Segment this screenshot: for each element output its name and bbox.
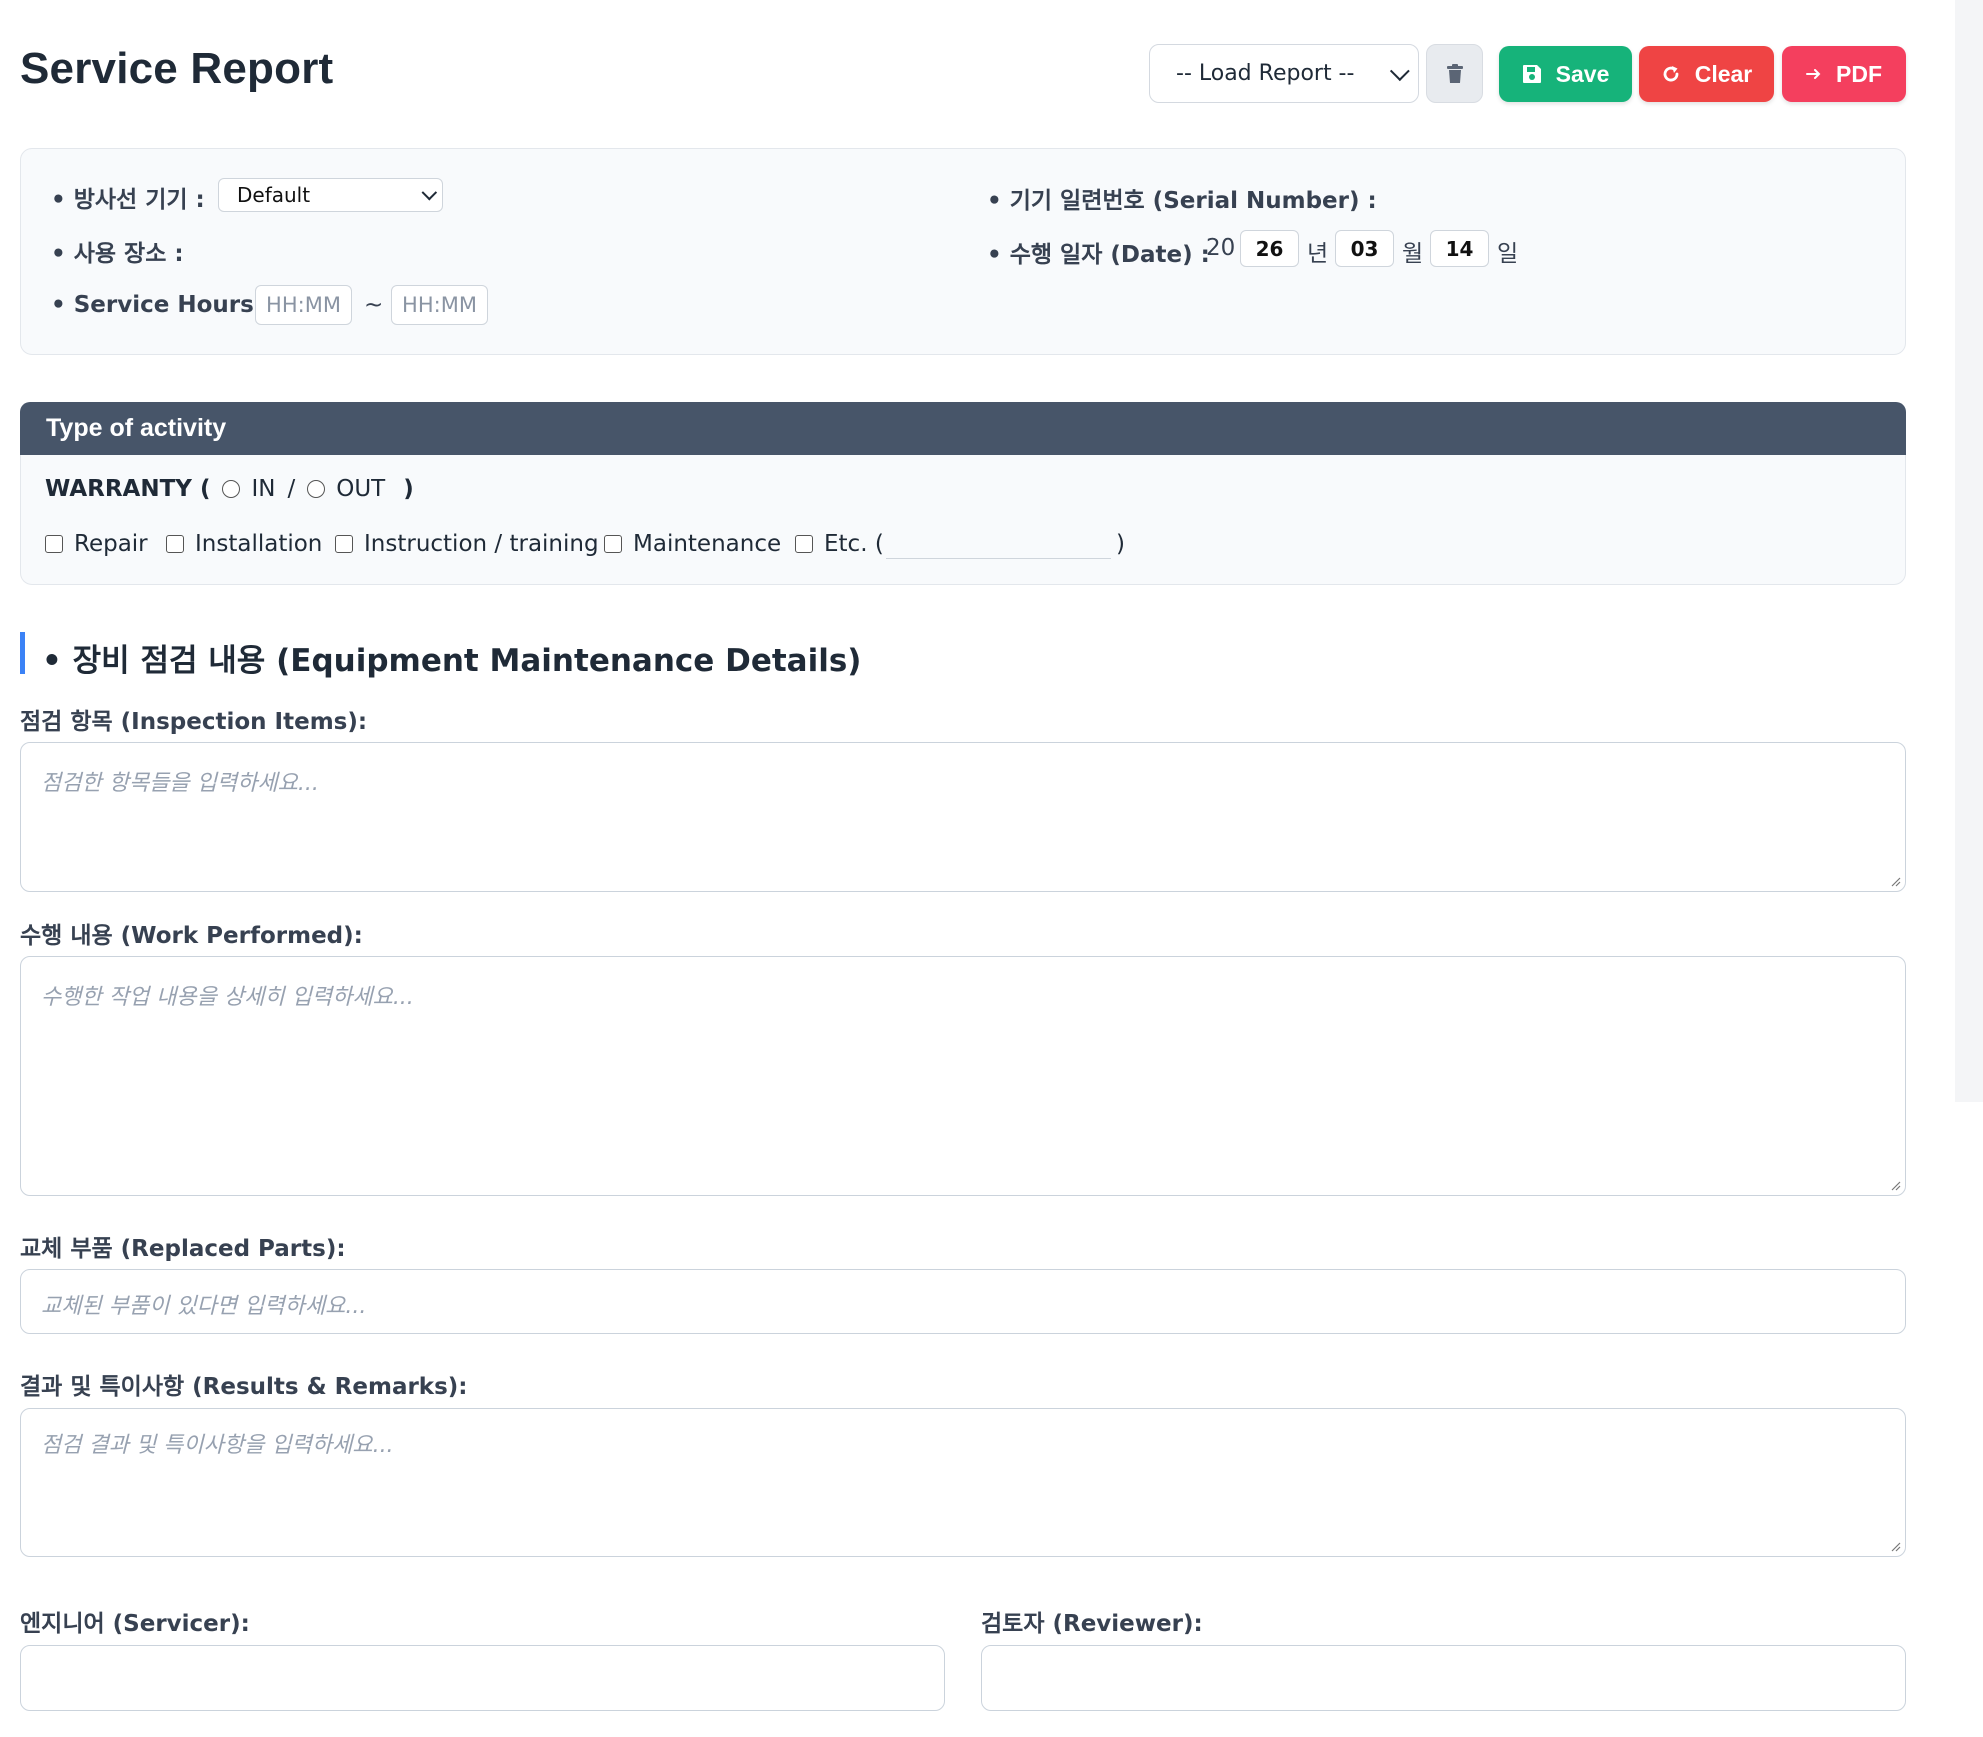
page-scrollbar[interactable]: [1955, 0, 1983, 1102]
save-button[interactable]: Save: [1499, 46, 1632, 102]
checkbox[interactable]: [45, 535, 63, 553]
work-placeholder: 수행한 작업 내용을 상세히 입력하세요...: [41, 985, 414, 1010]
year-unit: 년: [1307, 241, 1329, 267]
page-title: Service Report: [20, 44, 334, 93]
year-prefix: 20: [1206, 235, 1236, 261]
load-report-value: -- Load Report --: [1176, 61, 1355, 86]
work-label: 수행 내용 (Work Performed):: [20, 923, 363, 949]
pdf-button[interactable]: PDF: [1782, 46, 1906, 102]
floppy-disk-icon: [1522, 65, 1541, 83]
checkbox[interactable]: [795, 535, 813, 553]
export-arrow-icon: [1806, 69, 1821, 79]
parts-input[interactable]: 교체된 부품이 있다면 입력하세요...: [20, 1269, 1906, 1334]
activity-option-instruction[interactable]: Instruction / training: [335, 531, 599, 557]
option-label: Repair: [74, 531, 148, 557]
inspection-textarea[interactable]: 점검한 항목들을 입력하세요...: [20, 742, 1906, 892]
results-label: 결과 및 특이사항 (Results & Remarks):: [20, 1374, 468, 1400]
load-report-select[interactable]: -- Load Report --: [1149, 44, 1419, 103]
warranty-in-label: IN: [251, 476, 276, 502]
activity-panel: [20, 455, 1906, 585]
hours-start-input[interactable]: HH:MM: [255, 285, 352, 325]
device-value: Default: [237, 183, 311, 207]
location-label: • 사용 장소 :: [51, 241, 184, 267]
warranty-out-label: OUT: [336, 476, 386, 502]
pdf-label: PDF: [1836, 60, 1882, 87]
option-label: Instruction / training: [364, 531, 599, 557]
month-unit: 월: [1402, 241, 1424, 267]
option-label: Maintenance: [633, 531, 782, 557]
option-label: Installation: [195, 531, 323, 557]
chevron-down-icon: [421, 184, 438, 200]
activity-option-etc[interactable]: Etc. (: [795, 531, 884, 557]
activity-option-installation[interactable]: Installation: [166, 531, 322, 557]
trash-icon: [1446, 63, 1463, 83]
warranty-separator: /: [287, 476, 296, 502]
checkbox[interactable]: [166, 535, 184, 553]
warranty-row: WARRANTY ( IN / OUT ): [45, 476, 414, 502]
activity-option-repair[interactable]: Repair: [45, 531, 148, 557]
warranty-in-option[interactable]: IN: [222, 476, 275, 502]
resize-handle-icon[interactable]: [1889, 1540, 1901, 1552]
resize-handle-icon[interactable]: [1889, 875, 1901, 887]
results-textarea[interactable]: 점검 결과 및 특이사항을 입력하세요...: [20, 1408, 1906, 1557]
etc-input[interactable]: [886, 530, 1111, 559]
section-title: • 장비 점검 내용 (Equipment Maintenance Detail…: [42, 643, 862, 679]
servicer-input[interactable]: [20, 1645, 945, 1711]
work-textarea[interactable]: 수행한 작업 내용을 상세히 입력하세요...: [20, 956, 1906, 1196]
year-input[interactable]: 26: [1240, 230, 1299, 267]
parts-label: 교체 부품 (Replaced Parts):: [20, 1236, 346, 1262]
device-select[interactable]: Default: [218, 178, 443, 212]
activity-header: Type of activity: [20, 402, 1906, 455]
warranty-out-option[interactable]: OUT: [307, 476, 385, 502]
checkbox[interactable]: [335, 535, 353, 553]
reviewer-label: 검토자 (Reviewer):: [981, 1611, 1203, 1637]
option-label: Etc. (: [824, 531, 884, 557]
clear-button[interactable]: Clear: [1639, 46, 1774, 102]
delete-report-button[interactable]: [1426, 44, 1483, 103]
day-input[interactable]: 14: [1430, 230, 1489, 267]
resize-handle-icon[interactable]: [1889, 1179, 1901, 1191]
service-date-label: • 수행 일자 (Date) :: [987, 242, 1210, 268]
day-unit: 일: [1497, 241, 1519, 267]
radio-button[interactable]: [222, 480, 241, 498]
refresh-icon: [1663, 66, 1679, 82]
chevron-down-icon: [1389, 60, 1410, 81]
service-hours-label: • Service Hours :: [51, 292, 271, 318]
warranty-close: ): [403, 476, 414, 502]
reviewer-input[interactable]: [981, 1645, 1906, 1711]
warranty-label: WARRANTY (: [45, 476, 211, 502]
etc-close: ): [1116, 531, 1125, 557]
device-label: • 방사선 기기 :: [51, 187, 205, 213]
section-accent: [20, 632, 25, 674]
inspection-placeholder: 점검한 항목들을 입력하세요...: [41, 771, 319, 796]
month-input[interactable]: 03: [1335, 230, 1394, 267]
servicer-label: 엔지니어 (Servicer):: [20, 1611, 250, 1637]
parts-placeholder: 교체된 부품이 있다면 입력하세요...: [41, 1294, 367, 1319]
clear-label: Clear: [1694, 60, 1753, 87]
radio-button[interactable]: [307, 480, 326, 498]
inspection-label: 점검 항목 (Inspection Items):: [20, 709, 368, 735]
hours-separator: ~: [364, 292, 384, 318]
checkbox[interactable]: [604, 535, 622, 553]
save-label: Save: [1555, 60, 1610, 87]
activity-option-maintenance[interactable]: Maintenance: [604, 531, 781, 557]
serial-number-label: • 기기 일련번호 (Serial Number) :: [987, 188, 1377, 214]
results-placeholder: 점검 결과 및 특이사항을 입력하세요...: [41, 1433, 394, 1458]
hours-end-input[interactable]: HH:MM: [391, 285, 488, 325]
